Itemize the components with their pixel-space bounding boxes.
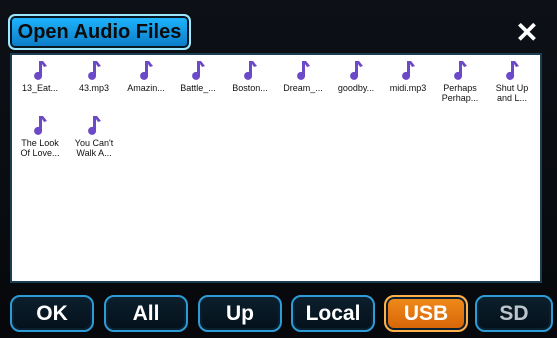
file-item[interactable]: Shut Up and L... — [486, 59, 538, 121]
file-item[interactable]: goodby... — [330, 59, 382, 121]
file-item[interactable]: You Can't Walk A... — [68, 114, 120, 176]
usb-button[interactable]: USB — [384, 295, 468, 332]
music-note-icon — [88, 61, 101, 80]
music-note-icon — [402, 61, 415, 80]
bottom-toolbar: OK All Up Local USB SD — [0, 287, 557, 338]
local-button[interactable]: Local — [291, 295, 375, 332]
music-note-icon — [506, 61, 519, 80]
music-note-icon — [88, 116, 101, 135]
file-grid: 13_Eat... 43.mp3 Amazin... Battle_... Bo… — [14, 59, 540, 279]
file-label: 13_Eat... — [21, 83, 59, 93]
file-item[interactable]: Dream_... — [277, 59, 329, 121]
music-note-icon — [34, 116, 47, 135]
music-note-icon — [350, 61, 363, 80]
music-note-icon — [34, 61, 47, 80]
music-note-icon — [140, 61, 153, 80]
file-item[interactable]: 43.mp3 — [68, 59, 120, 121]
music-note-icon — [192, 61, 205, 80]
open-audio-files-dialog: Open Audio Files ✕ 13_Eat... 43.mp3 Amaz… — [0, 0, 557, 338]
sd-button[interactable]: SD — [475, 295, 553, 332]
file-label: Perhaps Perhap... — [441, 83, 479, 103]
music-note-icon — [244, 61, 257, 80]
file-label: 43.mp3 — [78, 83, 110, 93]
music-note-icon — [297, 61, 310, 80]
up-button[interactable]: Up — [198, 295, 282, 332]
file-item[interactable]: 13_Eat... — [14, 59, 66, 121]
file-item[interactable]: The Look Of Love... — [14, 114, 66, 176]
file-label: midi.mp3 — [389, 83, 427, 93]
file-item[interactable]: Perhaps Perhap... — [434, 59, 486, 121]
close-icon[interactable]: ✕ — [514, 19, 540, 47]
file-list-panel: 13_Eat... 43.mp3 Amazin... Battle_... Bo… — [10, 53, 542, 283]
music-note-icon — [454, 61, 467, 80]
file-item[interactable]: Amazin... — [120, 59, 172, 121]
file-label: Battle_... — [180, 83, 216, 93]
file-label: Amazin... — [127, 83, 165, 93]
file-label: Shut Up and L... — [495, 83, 529, 103]
file-item[interactable]: Boston... — [224, 59, 276, 121]
ok-button[interactable]: OK — [10, 295, 94, 332]
file-item[interactable]: Battle_... — [172, 59, 224, 121]
file-item[interactable]: midi.mp3 — [382, 59, 434, 121]
file-label: The Look Of Love... — [20, 138, 60, 158]
file-label: You Can't Walk A... — [74, 138, 114, 158]
file-label: Boston... — [232, 83, 268, 93]
all-button[interactable]: All — [104, 295, 188, 332]
file-label: goodby... — [337, 83, 375, 93]
dialog-title: Open Audio Files — [17, 20, 182, 43]
title-tab: Open Audio Files — [8, 14, 191, 50]
file-label: Dream_... — [283, 83, 323, 93]
